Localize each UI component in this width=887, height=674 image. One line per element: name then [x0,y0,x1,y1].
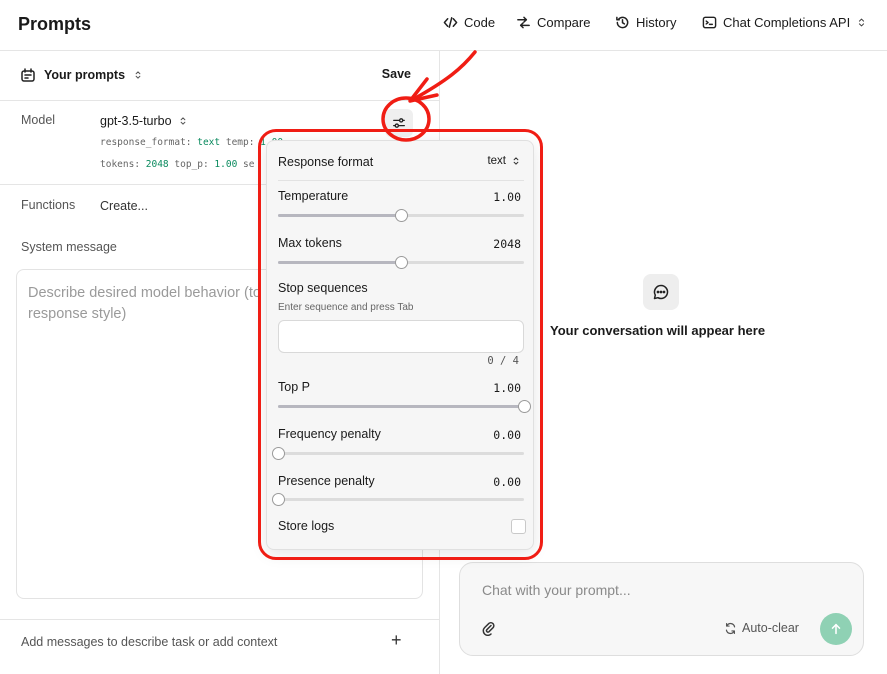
arrow-up-icon [831,623,841,635]
model-selector[interactable]: gpt-3.5-turbo [100,114,188,128]
api-selector[interactable]: Chat Completions API [702,15,867,30]
add-message-label: Add messages to describe task or add con… [21,635,278,649]
code-button[interactable]: Code [443,15,495,30]
system-message-label: System message [21,240,117,254]
model-value: gpt-3.5-turbo [100,114,172,128]
empty-conversation-text: Your conversation will appear here [550,323,766,338]
auto-clear-label: Auto-clear [742,621,799,635]
terminal-icon [702,16,717,29]
api-label: Chat Completions API [723,15,851,30]
send-button[interactable] [820,613,852,645]
top-header: Prompts Code Compare History Chat Comple… [0,0,887,51]
compare-label: Compare [537,15,591,30]
sliders-icon [393,118,405,128]
chevron-updown-icon [180,117,185,125]
history-label: History [636,15,677,30]
chevron-updown-icon [859,18,865,27]
chat-input-placeholder: Chat with your prompt... [482,582,631,598]
params-summary-line1: response_format: text temp: 1.00 [100,137,283,148]
add-message-row[interactable]: Add messages to describe task or add con… [0,619,440,674]
prompts-row: Your prompts Save [0,51,440,101]
system-message-placeholder: Describe desired model behavior (to resp… [28,285,261,322]
functions-label: Functions [21,198,76,212]
params-summary-line2: tokens: 2048 top_p: 1.00 se [100,159,255,170]
model-label: Model [21,113,56,127]
app-root: Prompts Code Compare History Chat Comple… [0,0,887,674]
code-label: Code [464,15,496,30]
refresh-icon [725,622,736,634]
prompt-file-icon [21,68,35,82]
plus-icon[interactable]: + [391,630,402,651]
page-title: Prompts [18,14,92,34]
create-function-button[interactable]: Create... [100,199,148,213]
compare-icon [517,16,530,29]
chevron-updown-icon [135,71,141,79]
history-icon [616,16,629,29]
annotation-highlight-box [258,129,543,560]
auto-clear-toggle[interactable]: Auto-clear [724,621,799,635]
save-button[interactable]: Save [382,67,411,81]
chat-input-box[interactable]: Chat with your prompt... Auto-clear [459,562,864,656]
chat-bubble-icon [643,274,679,310]
attach-icon[interactable] [481,620,495,641]
history-button[interactable]: History [615,15,676,30]
your-prompts-selector[interactable]: Your prompts [20,67,143,83]
your-prompts-label: Your prompts [44,68,126,82]
code-icon [443,17,458,28]
compare-button[interactable]: Compare [516,15,590,30]
